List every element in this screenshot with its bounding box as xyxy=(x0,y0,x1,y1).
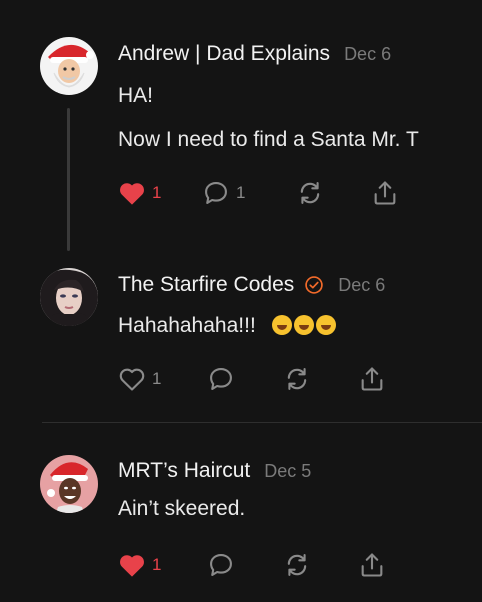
rofl-emoji xyxy=(315,315,336,335)
share-icon xyxy=(374,181,396,205)
reply-count: 1 xyxy=(236,183,246,202)
rofl-emoji xyxy=(271,315,292,335)
post-text-line: Now I need to find a Santa Mr. T xyxy=(118,128,419,151)
avatar[interactable] xyxy=(40,268,98,326)
post-text-line: HA! xyxy=(118,84,154,107)
like-button[interactable]: 1 xyxy=(118,178,161,208)
reply-button[interactable] xyxy=(207,364,235,394)
verified-icon xyxy=(305,276,323,294)
post-date[interactable]: Dec 6 xyxy=(338,275,385,296)
repost-icon xyxy=(300,182,320,204)
reply-icon xyxy=(210,554,232,576)
reply-icon xyxy=(210,368,232,390)
post-text-content: Hahahahaha!!! xyxy=(118,314,256,337)
action-bar: 1 1 xyxy=(118,178,418,208)
post-text: Hahahahaha!!! xyxy=(118,314,336,338)
repost-button[interactable] xyxy=(283,550,311,580)
divider xyxy=(42,422,482,423)
share-button[interactable] xyxy=(358,550,386,580)
repost-icon xyxy=(287,554,307,576)
action-bar: 1 xyxy=(118,550,418,580)
post-header: Andrew | Dad Explains Dec 6 xyxy=(118,42,391,66)
repost-icon xyxy=(287,368,307,390)
post-date[interactable]: Dec 5 xyxy=(264,461,311,482)
thread-line xyxy=(67,108,70,251)
author-name[interactable]: MRT’s Haircut xyxy=(118,459,250,483)
thread-view: { "posts": [ { "author": "Andrew | Dad E… xyxy=(0,0,482,602)
like-count: 1 xyxy=(152,183,162,202)
rofl-emoji xyxy=(293,315,314,335)
heart-icon xyxy=(120,555,144,577)
avatar[interactable] xyxy=(40,455,98,513)
share-icon xyxy=(361,553,383,577)
like-count: 1 xyxy=(152,555,162,574)
heart-icon xyxy=(120,183,144,205)
share-button[interactable] xyxy=(371,178,399,208)
repost-button[interactable] xyxy=(283,364,311,394)
reply-icon xyxy=(205,182,227,204)
post-text: Ain’t skeered. xyxy=(118,497,246,520)
post-header: The Starfire Codes Dec 6 xyxy=(118,273,385,297)
reply-button[interactable]: 1 xyxy=(202,178,245,208)
action-bar: 1 xyxy=(118,364,418,394)
heart-icon xyxy=(119,368,145,391)
post-date[interactable]: Dec 6 xyxy=(344,44,391,65)
share-icon xyxy=(361,367,383,391)
post-header: MRT’s Haircut Dec 5 xyxy=(118,459,311,483)
repost-button[interactable] xyxy=(296,178,324,208)
like-button[interactable]: 1 xyxy=(118,364,161,394)
like-button[interactable]: 1 xyxy=(118,550,161,580)
like-count: 1 xyxy=(152,369,162,388)
share-button[interactable] xyxy=(358,364,386,394)
author-name[interactable]: Andrew | Dad Explains xyxy=(118,42,330,66)
avatar[interactable] xyxy=(40,37,98,95)
author-name[interactable]: The Starfire Codes xyxy=(118,273,294,297)
reply-button[interactable] xyxy=(207,550,235,580)
